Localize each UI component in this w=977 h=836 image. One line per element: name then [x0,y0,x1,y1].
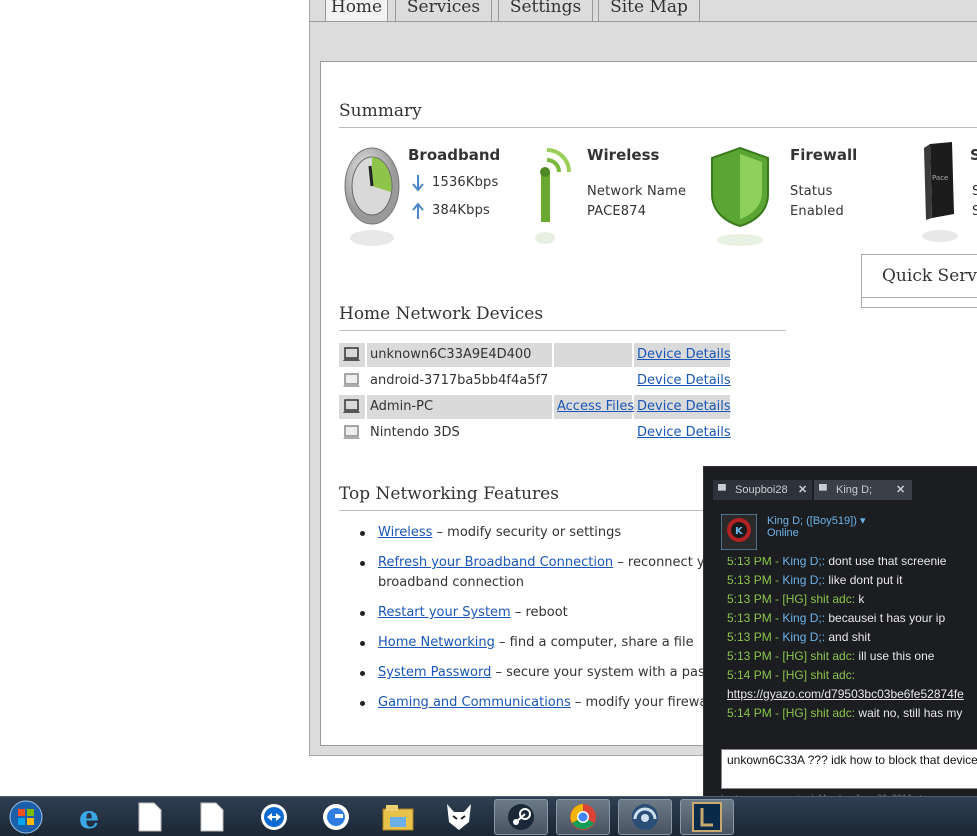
chat-tab-king-d[interactable]: ▀ King D; ✕ [814,480,912,500]
chat-user-name[interactable]: King D; ([Boy519]) ▾ [767,514,865,527]
download-speed: 1536Kbps [432,175,499,190]
devices-rule [339,330,786,331]
foobar-icon[interactable] [432,799,486,835]
system-title: S [970,146,977,164]
quick-services-title: Quick Servic [882,266,977,286]
feature-desc: – secure your system with a passw [491,665,723,680]
chat-tab-soupboi28[interactable]: ▀ Soupboi28 ✕ [713,480,812,500]
broadband-title: Broadband [408,146,501,164]
chat-bubble-icon: ▀ [718,485,726,497]
download-arrow-icon [412,175,424,192]
upload-arrow-icon [412,202,424,219]
access-files-cell [554,343,632,367]
tab-home[interactable]: Home [325,0,388,22]
list-item: Refresh your Broadband Connection – reco… [360,553,713,593]
blank-document-icon-2[interactable] [185,799,239,835]
chat-message-input[interactable]: unkown6C33A ??? idk how to block that de… [721,749,977,789]
restart-system-link[interactable]: Restart your System [378,605,511,620]
chrome-icon[interactable] [556,799,610,835]
firewall-shield-icon [711,146,769,246]
tab-site-map[interactable]: Site Map [598,0,700,22]
internet-explorer-icon[interactable]: e [62,798,116,836]
list-item: Wireless – modify security or settings [360,523,700,543]
feature-desc-continued: broadband connection [378,575,524,590]
device-details-link[interactable]: Device Details [637,399,731,414]
gyazo-link[interactable]: https://gyazo.com/d79503bc03be6fe52874fe [727,687,964,701]
feature-desc: – reboot [510,605,568,620]
tab-divider [309,21,977,22]
wireless-title: Wireless [587,146,660,164]
blank-document-icon[interactable] [123,799,177,835]
devices-heading: Home Network Devices [339,304,544,324]
network-name-value: PACE874 [587,204,647,219]
tab-settings[interactable]: Settings [498,0,593,22]
refresh-broadband-link[interactable]: Refresh your Broadband Connection [378,555,613,570]
gaming-communications-link[interactable]: Gaming and Communications [378,695,571,710]
feature-desc: – modify security or settings [432,525,622,540]
system-line-1: S [972,184,977,199]
close-tab-icon[interactable]: ✕ [896,480,905,500]
gateway-device-icon: Pace [922,142,958,242]
start-orb[interactable] [0,799,52,835]
steam-icon[interactable] [494,799,548,835]
steam-chat-window: ▀ Soupboi28 ✕ ▀ King D; ✕ K King D; ([Bo… [703,466,977,803]
computer-icon [339,369,365,393]
firewall-title: Firewall [790,146,858,164]
chat-tab-label: Soupboi28 [735,484,788,496]
device-details-link[interactable]: Device Details [637,347,731,362]
wireless-link[interactable]: Wireless [378,525,432,540]
device-name: Nintendo 3DS [370,425,460,440]
svg-text:Pace: Pace [932,174,948,182]
system-line-2: S [972,204,977,219]
summary-heading: Summary [339,101,422,121]
feature-desc: – reconnect yo [613,555,713,570]
list-item: Home Networking – find a computer, share… [360,633,700,653]
computer-icon [339,395,365,419]
home-networking-link[interactable]: Home Networking [378,635,495,650]
list-item: Restart your System – reboot [360,603,700,623]
computer-icon [339,421,365,445]
broadband-gauge-icon [344,147,400,246]
chevron-down-icon[interactable]: ▾ [860,515,866,527]
list-item: Gaming and Communications – modify your … [360,693,711,713]
computer-icon [339,343,365,367]
tab-services[interactable]: Services [395,0,492,22]
device-name: android-3717ba5bb4f4a5f7 [370,373,549,388]
firewall-status-value: Enabled [790,204,844,219]
teamspeak-icon[interactable] [618,799,672,835]
file-explorer-icon[interactable] [371,799,425,835]
summary-rule [339,127,977,128]
chat-bubble-icon: ▀ [819,485,827,497]
features-heading: Top Networking Features [339,484,559,504]
device-name: Admin-PC [367,395,552,419]
chat-tab-label: King D; [836,484,873,496]
list-item: System Password – secure your system wit… [360,663,722,683]
close-tab-icon[interactable]: ✕ [798,480,807,500]
device-name: unknown6C33A9E4D400 [367,343,552,367]
chat-log: 5:13 PM - King D;: dont use that screeni… [727,557,964,720]
svg-text:K: K [735,526,744,537]
taskbar: e [0,796,977,836]
access-files-link[interactable]: Access Files [557,399,634,414]
network-name-label: Network Name [587,184,687,199]
league-of-legends-icon[interactable] [680,799,734,835]
chat-user-status: Online [767,527,799,539]
table-row: Admin-PC Access Files Device Details [339,395,731,419]
wireless-antenna-icon [535,148,571,244]
feature-desc: – find a computer, share a file [494,635,694,650]
gyazo-icon[interactable] [309,799,363,835]
device-details-link[interactable]: Device Details [637,373,731,388]
system-password-link[interactable]: System Password [378,665,491,680]
quick-services-box: Quick Servic [861,254,977,308]
upload-speed: 384Kbps [432,203,491,218]
firewall-status-label: Status [790,184,833,199]
table-row: unknown6C33A9E4D400 Device Details [339,343,731,367]
table-row: Nintendo 3DS Device Details [339,421,731,445]
avatar: K [721,514,757,550]
feature-desc: – modify your firewal [570,695,712,710]
device-details-link[interactable]: Device Details [637,425,731,440]
table-row: android-3717ba5bb4f4a5f7 Device Details [339,369,731,393]
teamviewer-icon[interactable] [247,799,301,835]
